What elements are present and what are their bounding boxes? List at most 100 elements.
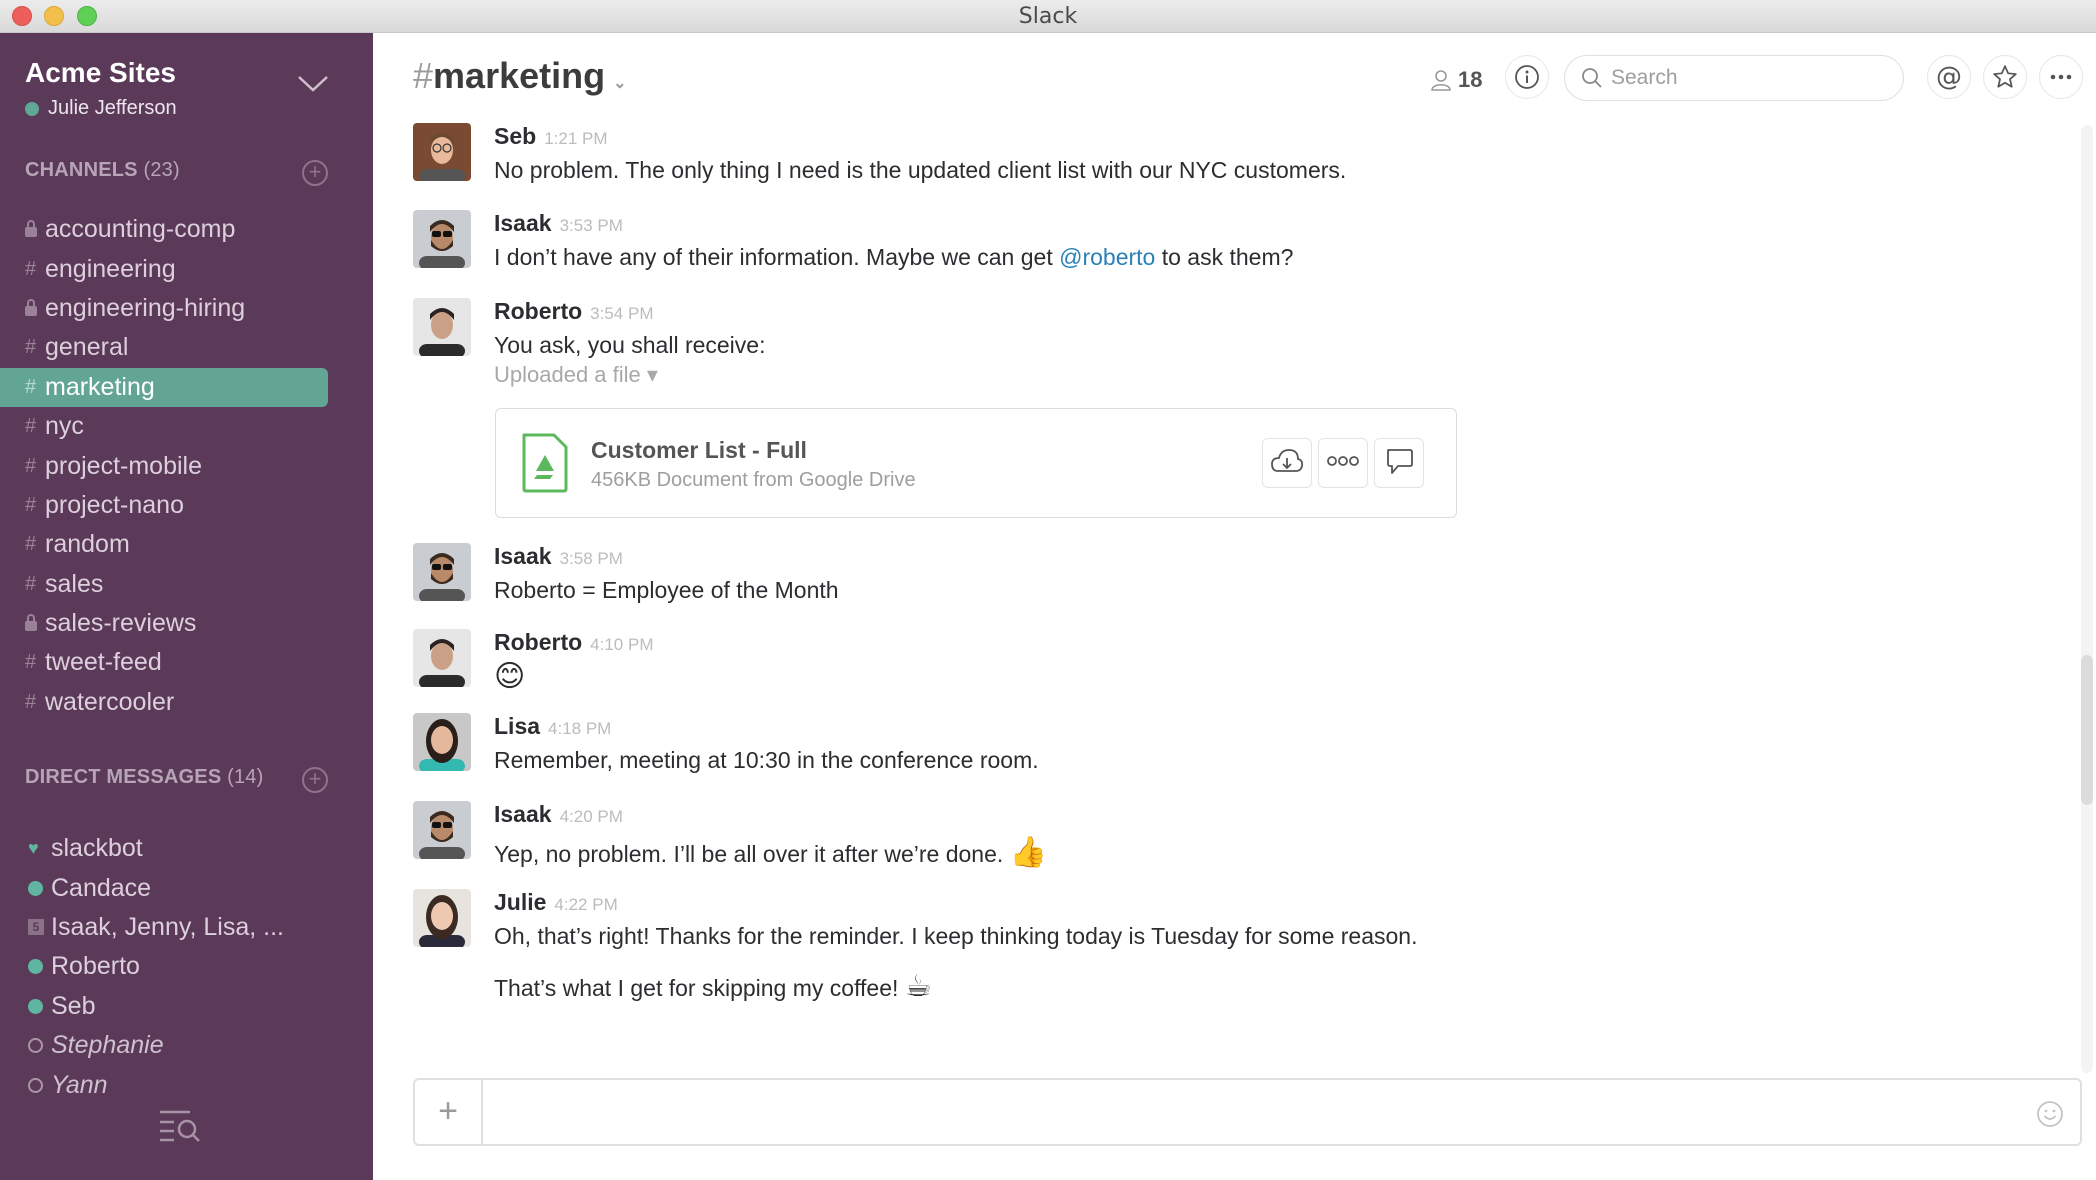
message-author[interactable]: Isaak [494,801,552,828]
message-header: Roberto 4:10 PM [494,629,653,656]
sidebar-channel-random[interactable]: # random [0,525,328,564]
message-author[interactable]: Roberto [494,298,582,325]
comment-button[interactable] [1374,438,1424,488]
search-input[interactable] [1611,66,1881,90]
scrollbar-thumb[interactable] [2081,655,2093,805]
message-timestamp[interactable]: 4:18 PM [548,719,611,739]
hash-icon: # [25,651,37,674]
message-timestamp[interactable]: 4:10 PM [590,635,653,655]
message-author[interactable]: Seb [494,123,536,150]
sidebar-dm-item[interactable]: ♥ slackbot [0,829,373,868]
chevron-down-icon[interactable] [296,73,330,95]
lock-icon [25,298,45,316]
message-author[interactable]: Julie [494,889,546,916]
sidebar-dm-item[interactable]: Candace [0,868,373,907]
file-actions-button[interactable] [1318,438,1368,488]
direct-messages-header[interactable]: DIRECT MESSAGES (14) [25,766,264,789]
dm-label: Stephanie [51,1031,164,1060]
more-options-button[interactable] [2039,55,2083,99]
message-timestamp[interactable]: 4:20 PM [560,807,623,827]
uploaded-file-label[interactable]: Uploaded a file ▾ [494,362,658,388]
sidebar: Acme Sites Julie Jefferson CHANNELS (23)… [0,33,373,1180]
message-composer: + [413,1078,2082,1146]
sidebar-channel-marketing[interactable]: # marketing [0,367,328,407]
user-mention-link[interactable]: @roberto [1059,244,1155,270]
sidebar-dm-item[interactable]: Seb [0,987,373,1026]
message-text: I don’t have any of their information. M… [494,244,1294,270]
sidebar-channel-accounting-comp[interactable]: accounting-comp [0,210,328,249]
add-dm-button[interactable]: + [302,767,328,793]
sidebar-channel-engineering-hiring[interactable]: engineering-hiring [0,289,328,328]
message-timestamp[interactable]: 1:21 PM [544,129,607,149]
message-author[interactable]: Isaak [494,210,552,237]
sidebar-channel-project-nano[interactable]: # project-nano [0,486,328,525]
sidebar-channel-sales-reviews[interactable]: sales-reviews [0,604,328,643]
avatar[interactable] [413,629,471,687]
message-timestamp[interactable]: 3:54 PM [590,304,653,324]
message-author[interactable]: Roberto [494,629,582,656]
quick-switcher-icon[interactable] [158,1109,202,1143]
hash-icon: # [25,375,37,398]
channels-header-label: CHANNELS [25,159,138,181]
starred-button[interactable] [1983,55,2027,99]
presence-indicator [28,959,51,975]
sidebar-channel-watercooler[interactable]: # watercooler [0,683,328,722]
avatar[interactable] [413,123,471,181]
hash-icon: # [25,257,37,280]
sidebar-channel-general[interactable]: # general [0,328,328,367]
sidebar-dm-item[interactable]: 5 Isaak, Jenny, Lisa, ... [0,908,373,947]
attach-button[interactable]: + [415,1080,483,1144]
message-author[interactable]: Isaak [494,543,552,570]
avatar[interactable] [413,298,471,356]
message-input[interactable] [495,1094,1995,1130]
user-icon [1431,70,1451,91]
hash-icon: # [25,415,37,438]
sidebar-dm-item[interactable]: Stephanie [0,1026,373,1065]
avatar[interactable] [413,801,471,859]
channel-label: general [45,333,129,362]
scrollbar-track[interactable] [2081,125,2093,1073]
message-timestamp[interactable]: 3:53 PM [560,216,623,236]
channel-label: project-mobile [45,451,203,480]
emoji-picker-icon[interactable] [2036,1100,2064,1128]
search-box[interactable] [1564,55,1904,101]
download-button[interactable] [1262,438,1312,488]
avatar[interactable] [413,713,471,771]
team-name[interactable]: Acme Sites [25,57,176,89]
file-attachment[interactable]: Customer List - Full 456KB Document from … [495,408,1457,518]
avatar[interactable] [413,210,471,268]
add-channel-button[interactable]: + [302,160,328,186]
channels-header[interactable]: CHANNELS (23) [25,159,180,182]
presence-indicator: 5 [28,919,51,936]
channel-label: marketing [45,372,155,401]
sidebar-dm-item[interactable]: Yann [0,1065,373,1104]
avatar[interactable] [413,889,471,947]
sidebar-channel-tweet-feed[interactable]: # tweet-feed [0,643,328,682]
sidebar-channel-nyc[interactable]: # nyc [0,407,328,446]
channel-info-button[interactable] [1505,55,1549,99]
member-count-button[interactable]: 18 [1430,67,1482,93]
message-timestamp[interactable]: 3:58 PM [560,549,623,569]
message-text: Yep, no problem. I’ll be all over it aft… [494,835,1048,870]
ellipsis-icon [1326,454,1360,472]
sidebar-channel-engineering[interactable]: # engineering [0,249,328,288]
current-user[interactable]: Julie Jefferson [25,97,177,120]
search-icon [1582,68,1602,88]
heart-icon: ♥ [28,838,39,859]
file-name[interactable]: Customer List - Full [591,437,807,464]
mentions-button[interactable]: @ [1927,55,1971,99]
sidebar-dm-item[interactable]: Roberto [0,947,373,986]
message-timestamp[interactable]: 4:22 PM [554,895,617,915]
message-author[interactable]: Lisa [494,713,540,740]
channel-label: engineering [45,254,176,283]
main-pane: # marketing ⌄ 18 @ S [373,33,2096,1180]
message-text: No problem. The only thing I need is the… [494,157,1347,183]
star-icon [1993,65,2017,88]
channel-name: marketing [433,55,606,96]
channel-label: accounting-comp [45,215,236,244]
avatar[interactable] [413,543,471,601]
channel-title[interactable]: # marketing ⌄ [413,55,627,97]
sidebar-channel-project-mobile[interactable]: # project-mobile [0,446,328,485]
upload-label-text: Uploaded a file [494,362,641,387]
sidebar-channel-sales[interactable]: # sales [0,565,328,604]
